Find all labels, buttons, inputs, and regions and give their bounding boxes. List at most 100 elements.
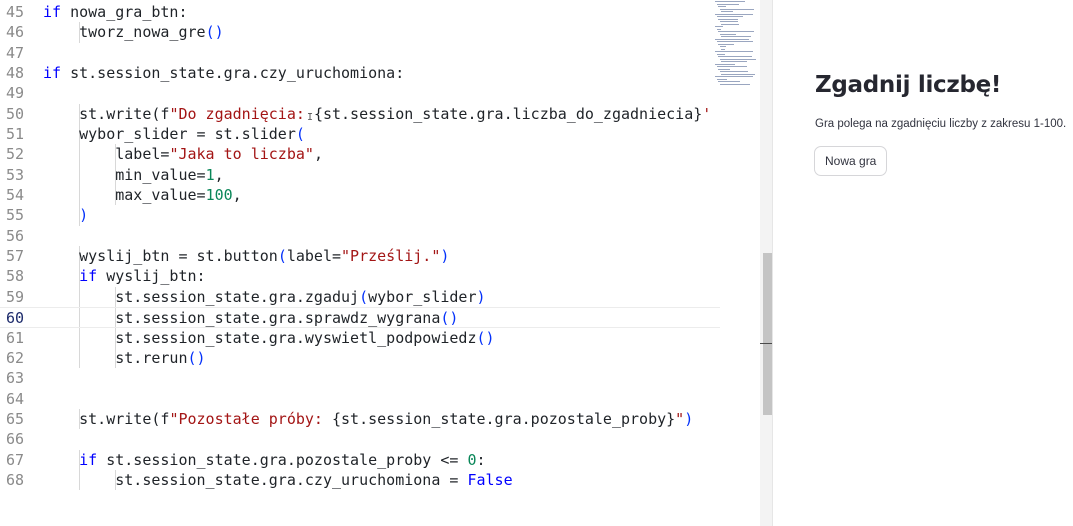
editor-scrollbar[interactable] xyxy=(760,0,772,526)
minimap-line xyxy=(718,81,740,82)
code-token: max_value= xyxy=(43,186,206,205)
code-token: label= xyxy=(286,247,342,266)
scrollbar-position-marker xyxy=(760,343,772,344)
code-token: ( xyxy=(359,287,369,306)
code-line[interactable]: 67 if st.session_state.gra.pozostale_pro… xyxy=(0,449,720,470)
code-line[interactable]: 58 if wyslij_btn: xyxy=(0,266,720,287)
code-token: "Pozostałe próby: xyxy=(169,409,332,428)
code-line[interactable]: 64 xyxy=(0,389,720,409)
line-number: 58 xyxy=(5,267,24,286)
code-token: {st.session_state.gra.pozostale_proby} xyxy=(332,409,676,428)
minimap-line xyxy=(716,28,721,30)
code-line[interactable]: 55 ) xyxy=(0,205,720,226)
code-token: if xyxy=(43,64,62,83)
code-text: ) xyxy=(43,205,88,225)
code-text: st.session_state.gra.czy_uruchomiona = F… xyxy=(43,470,513,490)
code-line[interactable]: 49 xyxy=(0,83,720,103)
code-line[interactable]: 52 label="Jaka to liczba", xyxy=(0,144,720,165)
code-token: wybor_slider xyxy=(368,287,477,306)
code-text: label="Jaka to liczba", xyxy=(43,144,323,164)
minimap-line xyxy=(718,68,730,70)
code-token: st.session_state.gra.czy_uruchomiona: xyxy=(61,64,405,83)
code-text: st.write(f"Pozostałe próby: {st.session_… xyxy=(43,409,693,429)
code-line[interactable]: 48 if st.session_state.gra.czy_uruchomion… xyxy=(0,63,720,83)
code-line[interactable]: 66 xyxy=(0,429,720,449)
minimap-line xyxy=(721,23,739,25)
code-line[interactable]: 50 st.write(f"Do zgadnięcia: {st.session… xyxy=(0,103,720,125)
code-token: st.session_state.gra.czy_uruchomiona = xyxy=(43,470,468,489)
code-line[interactable]: 57 wyslij_btn = st.button(label="Prześli… xyxy=(0,246,720,267)
line-number: 55 xyxy=(5,206,24,225)
code-line[interactable]: 68 st.session_state.gra.czy_uruchomiona … xyxy=(0,469,720,491)
code-line[interactable]: 47 xyxy=(0,43,720,63)
streamlit-app-preview: Zgadnij liczbę! Gra polega na zgadnięciu… xyxy=(773,0,1073,526)
code-text: tworz_nowa_gre() xyxy=(43,22,224,42)
code-token: ( xyxy=(277,247,287,266)
line-number: 65 xyxy=(5,409,24,428)
new-game-button[interactable]: Nowa gra xyxy=(814,146,888,176)
code-line[interactable]: 62 st.rerun() xyxy=(0,347,720,369)
code-line[interactable]: 45 if nowa_gra_btn: xyxy=(0,2,720,22)
code-lines[interactable]: 45 if nowa_gra_btn: 46 tworz_nowa_gre() 47 4… xyxy=(0,2,720,491)
code-editor[interactable]: 45 if nowa_gra_btn: 46 tworz_nowa_gre() 47 4… xyxy=(0,0,773,526)
code-token: wyslij_btn = st.button xyxy=(43,247,278,266)
code-text: st.session_state.gra.sprawdz_wygrana() xyxy=(43,308,458,328)
code-token: ( xyxy=(295,125,305,144)
page-title: Zgadnij liczbę! xyxy=(815,72,1002,98)
line-number: 68 xyxy=(5,470,24,489)
code-token: wybor_slider = st.slider xyxy=(43,125,296,144)
line-number: 51 xyxy=(5,125,24,144)
code-line[interactable]: 60 st.session_state.gra.sprawdz_wygrana(… xyxy=(0,307,720,328)
line-number: 60 xyxy=(5,309,24,328)
minimap-line xyxy=(719,83,750,85)
code-line[interactable]: 53 min_value=1, xyxy=(0,164,720,186)
minimap-line xyxy=(715,51,753,52)
code-token: "Do zgadnięcia: xyxy=(169,104,314,123)
code-token: ' xyxy=(702,104,712,123)
line-number: 67 xyxy=(5,450,24,469)
line-number: 57 xyxy=(5,247,24,266)
code-text: wybor_slider = st.slider( xyxy=(43,124,305,144)
scrollbar-thumb[interactable] xyxy=(763,253,772,415)
code-text: st.session_state.gra.zgaduj(wybor_slider… xyxy=(43,287,485,307)
minimap-line xyxy=(719,21,738,22)
code-line[interactable]: 54 max_value=100, xyxy=(0,185,720,206)
code-text: if nowa_gra_btn: xyxy=(43,2,188,22)
code-line[interactable]: 65 st.write(f"Pozostałe próby: {st.sessi… xyxy=(0,408,720,430)
line-number: 59 xyxy=(5,287,24,306)
code-token: if xyxy=(43,3,62,21)
code-token: ) xyxy=(440,247,450,266)
minimap-line xyxy=(718,18,738,20)
minimap-line xyxy=(719,33,736,35)
minimap-line xyxy=(715,1,745,2)
code-line[interactable]: 51 wybor_slider = st.slider( xyxy=(0,124,720,145)
code-token: : xyxy=(476,450,486,469)
code-token: nowa_gra_btn: xyxy=(61,3,188,21)
code-line[interactable]: 63 xyxy=(0,368,720,388)
code-token: , xyxy=(232,186,242,205)
code-line[interactable]: 46 tworz_nowa_gre() xyxy=(0,22,720,43)
code-line[interactable]: 56 xyxy=(0,226,720,246)
minimap-line xyxy=(715,76,753,77)
line-number: 48 xyxy=(5,64,24,83)
code-token: st.write(f xyxy=(43,104,170,123)
minimap-line xyxy=(718,56,752,57)
minimap-line xyxy=(719,8,754,10)
code-token: False xyxy=(467,470,513,489)
code-token: st.session_state.gra.zgaduj xyxy=(43,287,360,306)
code-token: "Jaka to liczba" xyxy=(169,145,314,164)
code-token: st.session_state.gra.wyswietl_podpowiedz xyxy=(43,328,477,347)
minimap-line xyxy=(718,31,754,32)
code-line[interactable]: 61 st.session_state.gra.wyswietl_podpowi… xyxy=(0,327,720,348)
minimap[interactable] xyxy=(715,0,760,90)
code-text: if wyslij_btn: xyxy=(43,266,205,286)
minimap-line xyxy=(716,41,753,42)
minimap-line xyxy=(721,48,725,50)
code-token: if xyxy=(79,450,98,469)
line-number: 47 xyxy=(5,43,24,62)
code-token: {st.session_state.gra.liczba_do_zgadniec… xyxy=(313,104,703,123)
line-number: 64 xyxy=(5,389,24,408)
code-line[interactable]: 59 st.session_state.gra.zgaduj(wybor_sli… xyxy=(0,286,720,308)
game-description: Gra polega na zgadnięciu liczby z zakres… xyxy=(815,118,1067,130)
